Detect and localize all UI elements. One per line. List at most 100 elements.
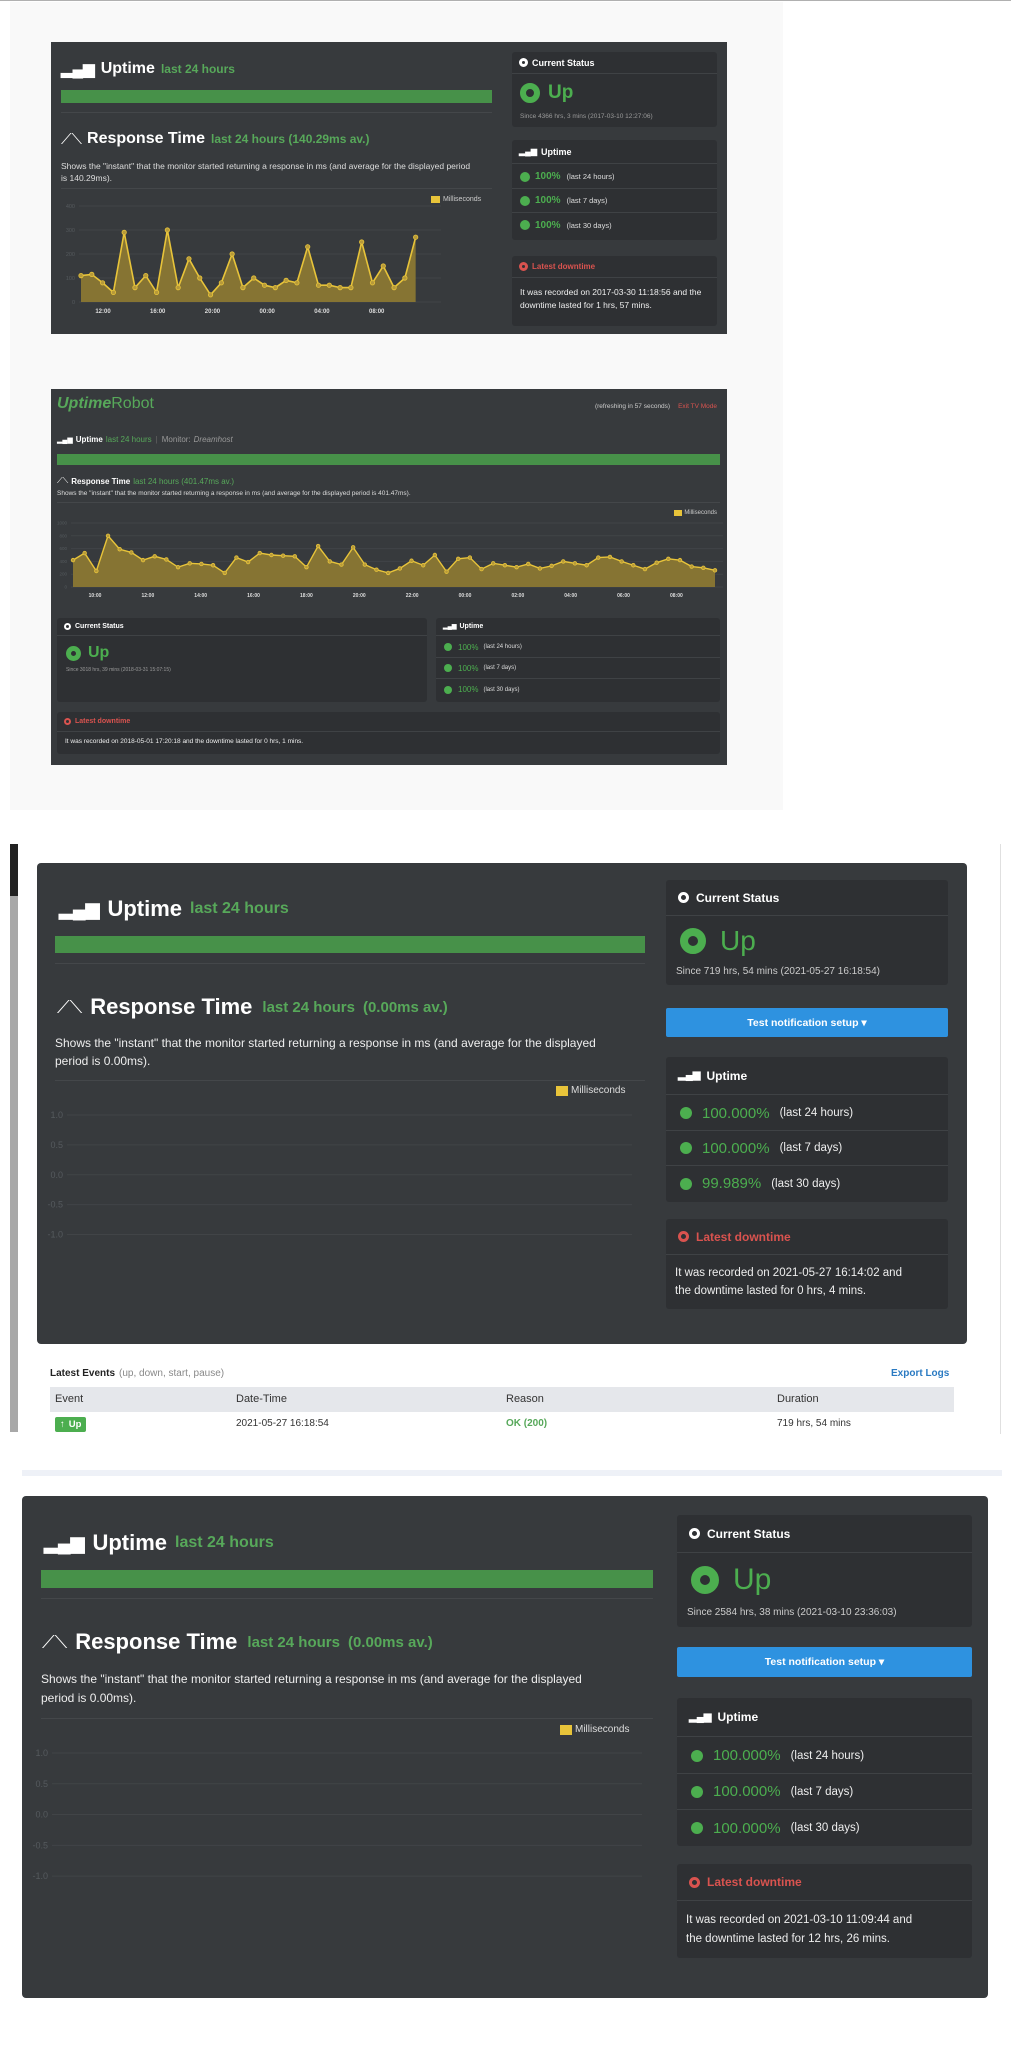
column-header-duration[interactable]: Duration — [777, 1393, 819, 1405]
browser-scrollbar[interactable] — [10, 844, 18, 1432]
uptime-percent: 100% — [458, 642, 479, 652]
uptime-row: 100% (last 24 hours) — [512, 165, 717, 189]
data-point — [187, 561, 192, 566]
green-dot-icon — [444, 685, 452, 694]
status-since: Since 3018 hrs, 39 mins (2018-03-31 15:0… — [66, 667, 171, 673]
data-point — [140, 557, 146, 563]
green-dot-icon — [680, 1177, 692, 1190]
downtime-details: It was recorded on 2021-05-27 16:14:02 a… — [675, 1264, 902, 1300]
current-status-title: Current Status — [532, 57, 595, 68]
downtime-details: It was recorded on 2018-05-01 17:20:18 a… — [65, 738, 304, 745]
x-tick-label: 00:00 — [260, 309, 276, 315]
data-point — [391, 285, 397, 291]
uptime-row: 100% (last 7 days) — [512, 189, 717, 213]
bar-chart-icon: ▂▄▆ — [519, 147, 537, 156]
section-separator — [22, 1470, 1002, 1476]
current-status-title: Current Status — [707, 1526, 791, 1541]
latest-downtime-title: Latest downtime — [75, 718, 131, 725]
latest-downtime-header: Latest downtime — [512, 256, 717, 278]
green-dot-icon — [444, 643, 452, 651]
uptime-card-header: ▂▄▆ Uptime — [677, 1698, 972, 1737]
uptime-percent: 100.000% — [702, 1104, 770, 1122]
uptime-row: 100.000% (last 7 days) — [677, 1774, 972, 1810]
test-notification-setup-button[interactable]: Test notification setup ▾ — [677, 1647, 972, 1677]
uptime-percent: 100% — [458, 685, 479, 694]
latest-events-heading: Latest Events (up, down, start, pause) — [50, 1368, 224, 1379]
uptime-percent: 100% — [535, 219, 561, 231]
line-chart-icon: ⟋⟍ — [61, 130, 83, 148]
divider — [55, 963, 645, 964]
data-point — [677, 557, 683, 563]
top-border — [0, 0, 1011, 1]
data-point — [261, 282, 268, 288]
latest-downtime-title: Latest downtime — [707, 1875, 802, 1889]
downtime-details: It was recorded on 2021-03-10 11:09:44 a… — [686, 1911, 912, 1949]
data-point — [369, 280, 376, 286]
x-tick-label: 06:00 — [617, 593, 630, 599]
uptime-bar — [57, 454, 720, 465]
data-point — [175, 564, 181, 570]
table-row: ↑ Up 2021-05-27 16:18:54 OK (200) 719 hr… — [50, 1413, 954, 1435]
response-time-average: (0.00ms av.) — [347, 1633, 433, 1651]
response-time-description: Shows the "instant" that the monitor sta… — [41, 1670, 582, 1708]
data-point — [337, 285, 343, 291]
scrollbar-thumb[interactable] — [10, 844, 18, 896]
data-point — [234, 555, 239, 560]
data-point — [70, 557, 76, 563]
uptime-title: Uptime — [100, 60, 155, 77]
y-tick-label: 100 — [66, 276, 75, 282]
data-point — [456, 556, 461, 562]
data-point — [251, 275, 257, 281]
y-tick-label: 0 — [72, 300, 75, 306]
uptime-bar — [41, 1570, 653, 1588]
x-tick-label: 08:00 — [670, 593, 683, 599]
response-time-chart: 1.0 0.5 0.0 -0.5 -1.0 — [47, 1110, 632, 1240]
up-status-icon — [680, 928, 706, 954]
data-point — [164, 227, 170, 233]
data-point — [444, 569, 449, 574]
uptime-summary-card: ▂▄▆ Uptime 100% (last 24 hours) 100% (la… — [512, 140, 717, 240]
line-chart-icon: ⟋⟍ — [42, 1631, 68, 1652]
export-logs-link[interactable]: Export Logs — [891, 1368, 949, 1379]
current-status-header: Current Status — [57, 618, 427, 636]
x-tick-label: 16:00 — [247, 593, 260, 599]
uptime-card-header: ▂▄▆ Uptime — [512, 140, 717, 164]
response-time-period: last 24 hours (140.29ms av.) — [210, 132, 370, 146]
chart-legend: Milliseconds — [560, 1724, 629, 1735]
legend-label: Milliseconds — [571, 1085, 626, 1096]
x-tick-label: 04:00 — [564, 593, 577, 599]
uptime-percent: 100% — [458, 663, 479, 673]
description-line: Shows the "instant" that the monitor sta… — [61, 161, 471, 171]
dashboard-panel-2-tv-mode: Uptime Robot (refreshing in 57 seconds) … — [51, 389, 727, 765]
data-point — [701, 565, 706, 570]
uptime-period-label: (last 30 days) — [483, 686, 520, 693]
latest-downtime-card: Latest downtime It was recorded on 2021-… — [666, 1219, 948, 1309]
up-status-icon — [520, 83, 540, 103]
data-point — [269, 552, 274, 558]
data-point — [117, 547, 122, 552]
x-tick-label: 20:00 — [205, 309, 221, 315]
data-point — [402, 275, 408, 281]
event-reason: OK (200) — [506, 1418, 548, 1429]
status-icon — [64, 623, 71, 630]
description-line: Shows the "instant" that the monitor sta… — [55, 1036, 596, 1050]
data-point — [642, 566, 648, 572]
status-icon — [689, 1528, 700, 1539]
test-notification-setup-button[interactable]: Test notification setup ▾ — [666, 1008, 948, 1037]
uptime-title: Uptime — [92, 1530, 168, 1555]
tv-mode-controls: (refreshing in 57 seconds) Exit TV Mode — [595, 403, 717, 410]
uptime-card-title: Uptime — [459, 623, 484, 630]
bar-chart-icon: ▂▄▆ — [44, 1532, 85, 1553]
uptime-period-label: (last 24 hours) — [483, 644, 522, 650]
column-header-event[interactable]: Event — [55, 1393, 83, 1405]
data-point — [654, 560, 659, 565]
data-point — [82, 550, 87, 556]
y-tick-label: -1.0 — [32, 1871, 48, 1881]
uptime-row: 100.000% (last 24 hours) — [677, 1738, 972, 1774]
refresh-countdown: (refreshing in 57 seconds) — [594, 403, 671, 410]
data-point — [315, 282, 322, 288]
exit-tv-mode-link[interactable]: Exit TV Mode — [678, 403, 717, 410]
downtime-line: It was recorded on 2017-03-30 11:18:56 a… — [520, 287, 702, 297]
column-header-reason[interactable]: Reason — [506, 1393, 544, 1405]
column-header-datetime[interactable]: Date-Time — [236, 1393, 287, 1405]
